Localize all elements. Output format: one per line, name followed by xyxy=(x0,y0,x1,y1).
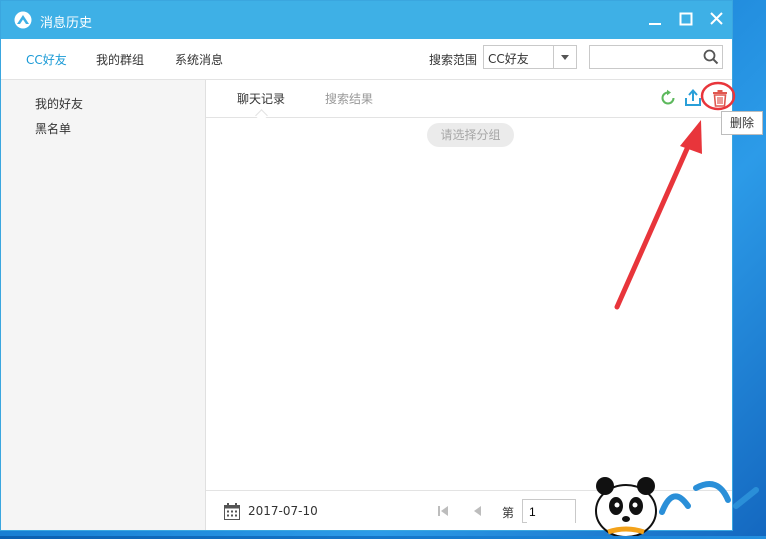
title-bar: 消息历史 xyxy=(1,1,732,39)
sidebar-item-my-friends[interactable]: 我的好友 xyxy=(35,95,83,112)
dropdown-arrow[interactable] xyxy=(553,46,576,68)
maximize-icon xyxy=(679,12,693,26)
page-number-box xyxy=(522,499,576,523)
close-button[interactable] xyxy=(705,9,729,31)
tab-cc-friends[interactable]: CC好友 xyxy=(26,51,67,68)
content-tabs: 聊天记录 搜索结果 xyxy=(206,80,732,122)
search-scope-value: CC好友 xyxy=(488,52,529,66)
calendar-icon[interactable] xyxy=(224,503,240,520)
tab-chat-history[interactable]: 聊天记录 xyxy=(237,90,285,107)
app-logo-icon xyxy=(14,11,32,29)
current-date: 2017-07-10 xyxy=(248,504,318,518)
tab-system-messages[interactable]: 系统消息 xyxy=(175,51,223,68)
message-history-window: 消息历史 CC好友 我的群组 系统消息 搜索范围 CC好友 我的好友 黑名单 聊… xyxy=(0,0,733,531)
page-number-input[interactable] xyxy=(527,501,575,523)
export-icon[interactable] xyxy=(684,89,702,107)
tab-my-groups[interactable]: 我的群组 xyxy=(96,51,144,68)
sidebar: 我的好友 黑名单 xyxy=(1,80,206,530)
delete-tooltip: 删除 xyxy=(721,111,763,135)
page-prefix-label: 第 xyxy=(502,506,515,520)
previous-page-icon[interactable] xyxy=(470,504,484,518)
active-tab-indicator xyxy=(255,109,268,122)
minimize-button[interactable] xyxy=(643,9,667,31)
search-icon[interactable] xyxy=(703,49,719,65)
window-title: 消息历史 xyxy=(40,16,93,31)
top-toolbar: CC好友 我的群组 系统消息 搜索范围 CC好友 xyxy=(1,39,732,80)
refresh-icon[interactable] xyxy=(659,89,677,107)
search-input[interactable] xyxy=(594,47,698,69)
minimize-icon xyxy=(649,23,661,25)
search-box xyxy=(589,45,723,69)
sidebar-item-blacklist[interactable]: 黑名单 xyxy=(35,120,71,137)
tab-search-results[interactable]: 搜索结果 xyxy=(325,90,373,107)
main-panel: 聊天记录 搜索结果 请选择分组 2017-07-10 第 1 xyxy=(206,80,732,530)
trash-icon[interactable] xyxy=(711,89,729,107)
select-group-hint: 请选择分组 xyxy=(427,123,514,147)
search-scope-label: 搜索范围 xyxy=(429,53,478,67)
search-scope-select[interactable]: CC好友 xyxy=(483,45,577,69)
maximize-button[interactable] xyxy=(674,9,698,31)
panda-mascot-icon xyxy=(595,477,759,538)
close-icon xyxy=(710,12,723,25)
chevron-down-icon xyxy=(561,55,569,60)
watermark-logo xyxy=(578,466,766,538)
first-page-icon[interactable] xyxy=(436,504,450,518)
